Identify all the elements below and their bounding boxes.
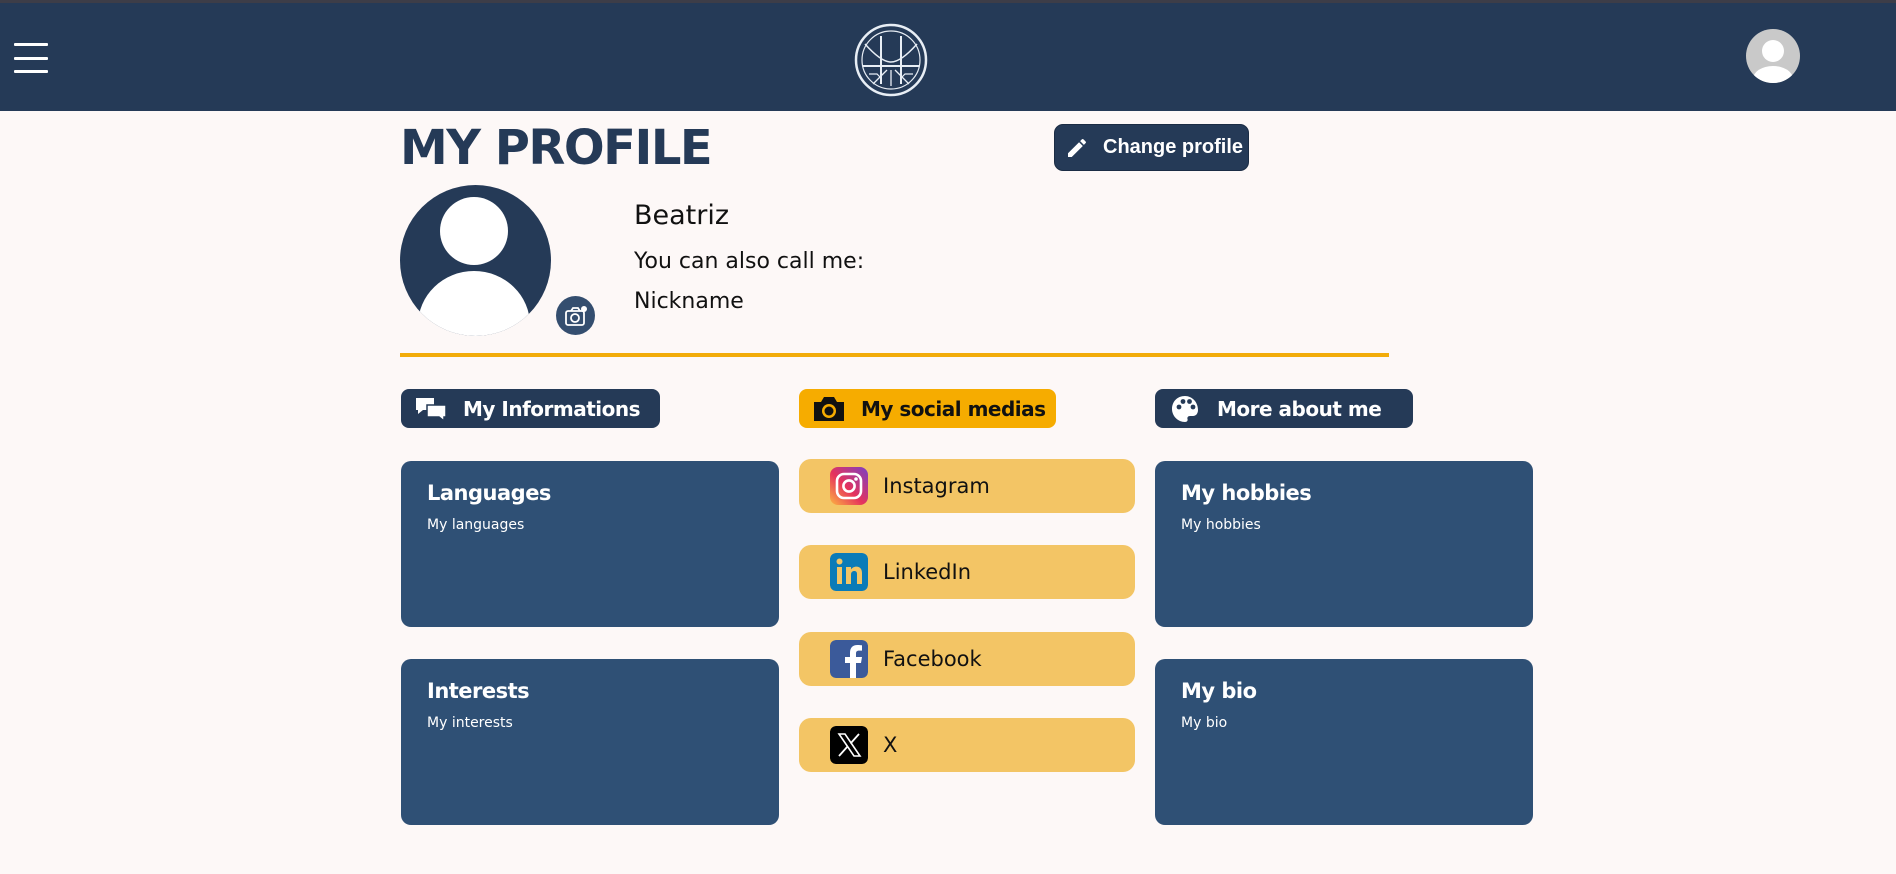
social-label-facebook: Facebook — [883, 647, 982, 671]
interests-card[interactable]: Interests My interests — [401, 659, 779, 825]
user-silhouette-icon — [1753, 40, 1793, 83]
social-link-x[interactable]: X — [799, 718, 1135, 772]
bio-card-text: My bio — [1181, 715, 1228, 731]
hobbies-card-text: My hobbies — [1181, 517, 1261, 533]
social-link-facebook[interactable]: Facebook — [799, 632, 1135, 686]
linkedin-icon — [830, 553, 868, 591]
tab-my-social-medias[interactable]: My social medias — [799, 389, 1056, 428]
facebook-icon — [830, 640, 868, 678]
profile-name: Beatriz — [634, 200, 730, 231]
tab-my-informations-label: My Informations — [463, 396, 641, 421]
change-profile-label: Change profile — [1103, 136, 1244, 158]
bridge-logo-icon[interactable] — [853, 22, 929, 98]
pencil-icon — [1063, 134, 1091, 162]
change-profile-button[interactable]: Change profile — [1054, 124, 1249, 171]
camera-add-icon — [564, 305, 587, 326]
call-me-label: You can also call me: — [634, 249, 865, 274]
hamburger-menu-icon[interactable] — [14, 41, 48, 75]
social-label-x: X — [883, 733, 898, 757]
social-label-linkedin: LinkedIn — [883, 560, 972, 584]
user-avatar-button[interactable] — [1746, 29, 1800, 83]
languages-card[interactable]: Languages My languages — [401, 461, 779, 627]
interests-card-title: Interests — [427, 679, 530, 703]
interests-card-text: My interests — [427, 715, 513, 731]
bio-card-title: My bio — [1181, 679, 1257, 703]
tab-more-about-me-label: More about me — [1217, 396, 1382, 421]
user-silhouette-icon — [418, 197, 530, 336]
page-title: MY PROFILE — [400, 120, 713, 176]
languages-card-text: My languages — [427, 517, 525, 533]
profile-picture — [400, 185, 551, 336]
camera-icon — [811, 394, 847, 424]
instagram-icon — [830, 467, 868, 505]
nickname-value: Nickname — [634, 289, 744, 314]
tab-more-about-me[interactable]: More about me — [1155, 389, 1413, 428]
x-icon — [830, 726, 868, 764]
tab-my-social-medias-label: My social medias — [861, 396, 1046, 421]
social-link-instagram[interactable]: Instagram — [799, 459, 1135, 513]
section-divider — [400, 353, 1389, 357]
languages-card-title: Languages — [427, 481, 551, 505]
chat-bubbles-icon — [413, 394, 449, 424]
bio-card[interactable]: My bio My bio — [1155, 659, 1533, 825]
hobbies-card-title: My hobbies — [1181, 481, 1312, 505]
tab-my-informations[interactable]: My Informations — [401, 389, 660, 428]
change-photo-button[interactable] — [556, 296, 595, 335]
palette-icon — [1167, 394, 1203, 424]
social-label-instagram: Instagram — [883, 474, 990, 498]
social-link-linkedin[interactable]: LinkedIn — [799, 545, 1135, 599]
hobbies-card[interactable]: My hobbies My hobbies — [1155, 461, 1533, 627]
top-navigation-bar — [0, 0, 1896, 111]
